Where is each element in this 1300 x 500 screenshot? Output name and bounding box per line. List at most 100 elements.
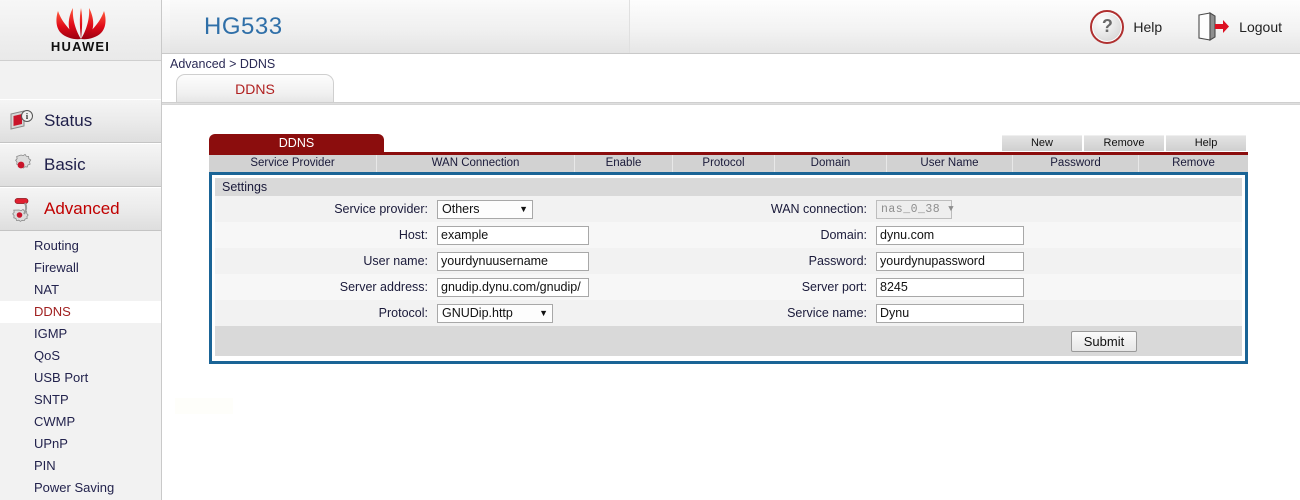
breadcrumb: Advanced > DDNS: [170, 57, 276, 71]
sidebar-item-nat[interactable]: NAT: [0, 279, 161, 301]
server-port-input[interactable]: [876, 277, 1024, 297]
sidebar-item-advanced[interactable]: Advanced: [0, 187, 161, 231]
user-name-input[interactable]: [437, 251, 589, 271]
question-mark-circle-icon: ?: [1090, 9, 1125, 44]
sidebar-item-ddns[interactable]: DDNS: [0, 301, 161, 323]
gear-wrench-icon: [12, 198, 29, 222]
help-button[interactable]: ? Help: [1090, 9, 1163, 44]
huawei-flower-logo: [55, 7, 106, 39]
sidebar-item-sntp-label: SNTP: [34, 392, 69, 407]
column-header-password: Password: [1013, 155, 1139, 172]
device-title-plate: HG533: [170, 0, 630, 53]
sidebar-subnav: Routing Firewall NAT DDNS IGMP QoS USB P…: [0, 231, 161, 499]
chevron-down-icon: ▼: [948, 204, 955, 214]
brand-logo: HUAWEI: [0, 0, 161, 61]
logout-button[interactable]: Logout: [1196, 11, 1282, 42]
settings-panel: Settings Service provider: Others ▼ WAN …: [209, 172, 1248, 364]
section-tab-ddns-label: DDNS: [278, 136, 315, 150]
column-header-wan-connection: WAN Connection: [377, 155, 575, 172]
sidebar-item-upnp[interactable]: UPnP: [0, 433, 161, 455]
sidebar-item-power-saving-label: Power Saving: [34, 480, 115, 495]
column-header-user-name: User Name: [887, 155, 1013, 172]
monitor-info-icon: i: [10, 110, 33, 130]
new-button[interactable]: New: [1002, 135, 1082, 151]
sidebar-item-firewall[interactable]: Firewall: [0, 257, 161, 279]
host-label: Host:: [398, 228, 428, 242]
service-name-label: Service name:: [787, 306, 867, 320]
sidebar-item-nat-label: NAT: [34, 282, 60, 297]
sidebar-item-qos-label: QoS: [34, 348, 61, 363]
help-button-label: Help: [1133, 18, 1163, 35]
password-input[interactable]: [876, 251, 1024, 271]
sidebar-item-basic[interactable]: Basic: [0, 143, 161, 187]
new-button-label: New: [1030, 137, 1053, 149]
gear-icon: [15, 153, 32, 169]
section-tab-ddns[interactable]: DDNS: [209, 134, 384, 152]
sidebar-item-advanced-label: Advanced: [44, 199, 120, 218]
sidebar-item-igmp-label: IGMP: [34, 326, 68, 341]
table-column-headers: Service Provider WAN Connection Enable P…: [209, 155, 1248, 172]
column-header-domain: Domain: [775, 155, 887, 172]
wan-connection-select[interactable]: nas_0_38 ▼: [876, 199, 955, 219]
sidebar: HUAWEI i Status Basic Advanced Routing F…: [0, 0, 162, 500]
sidebar-item-sntp[interactable]: SNTP: [0, 389, 161, 411]
tab-underline: [162, 102, 1300, 105]
door-exit-arrow-icon: [1198, 11, 1230, 41]
sidebar-item-firewall-label: Firewall: [34, 260, 79, 275]
service-provider-value: Others: [442, 202, 480, 216]
sidebar-item-cwmp[interactable]: CWMP: [0, 411, 161, 433]
column-header-remove: Remove: [1172, 157, 1215, 169]
sidebar-item-pin[interactable]: PIN: [0, 455, 161, 477]
service-provider-select[interactable]: Others ▼: [437, 199, 533, 219]
wan-connection-value: nas_0_38: [881, 202, 941, 216]
form-row-protocol-service: Protocol: GNUDip.http ▼ Service name:: [215, 300, 1242, 326]
page-header: HG533 ? Help Logout: [162, 0, 1300, 54]
sidebar-item-status[interactable]: i Status: [0, 99, 161, 143]
column-header-protocol: Protocol: [673, 155, 775, 172]
remove-button[interactable]: Remove: [1084, 135, 1164, 151]
protocol-label: Protocol:: [378, 306, 428, 320]
tab-ddns[interactable]: DDNS: [176, 74, 334, 102]
help-table-button[interactable]: Help: [1166, 135, 1246, 151]
service-name-input[interactable]: [876, 303, 1024, 323]
sidebar-item-cwmp-label: CWMP: [34, 414, 76, 429]
column-header-service-provider: Service Provider: [209, 155, 377, 172]
page-title: HG533: [204, 12, 283, 40]
domain-input[interactable]: [876, 225, 1024, 245]
form-row-user-password: User name: Password:: [215, 248, 1242, 274]
remove-button-label: Remove: [1103, 137, 1145, 149]
sidebar-item-upnp-label: UPnP: [34, 436, 68, 451]
brand-name: HUAWEI: [50, 38, 111, 54]
submit-button[interactable]: Submit: [1071, 330, 1137, 352]
sidebar-item-power-saving[interactable]: Power Saving: [0, 477, 161, 499]
sidebar-item-routing-label: Routing: [34, 238, 79, 253]
sidebar-spacer: [0, 61, 161, 99]
sidebar-item-usb-port[interactable]: USB Port: [0, 367, 161, 389]
sidebar-item-routing[interactable]: Routing: [0, 235, 161, 257]
server-port-label: Server port:: [801, 280, 867, 294]
chevron-down-icon: ▼: [539, 308, 548, 318]
sidebar-item-ddns-label: DDNS: [34, 304, 71, 319]
router-admin-page: HUAWEI i Status Basic Advanced Routing F…: [0, 0, 1300, 500]
sidebar-item-igmp[interactable]: IGMP: [0, 323, 161, 345]
sidebar-item-qos[interactable]: QoS: [0, 345, 161, 367]
form-row-host-domain: Host: Domain:: [215, 222, 1242, 248]
form-row-provider-wan: Service provider: Others ▼ WAN connectio…: [215, 196, 1242, 222]
server-address-label: Server address:: [339, 280, 428, 294]
host-input[interactable]: [437, 225, 589, 245]
column-header-enable: Enable: [575, 155, 673, 172]
settings-title: Settings: [215, 178, 1242, 196]
tab-strip: DDNS: [162, 74, 1300, 109]
password-label: Password:: [808, 254, 867, 268]
form-actions: Submit: [215, 326, 1242, 356]
service-provider-label: Service provider:: [334, 202, 428, 216]
protocol-select[interactable]: GNUDip.http ▼: [437, 303, 553, 323]
chevron-down-icon: ▼: [519, 204, 528, 214]
server-address-input[interactable]: [437, 277, 589, 297]
sidebar-item-basic-label: Basic: [44, 155, 86, 174]
sidebar-item-pin-label: PIN: [34, 458, 56, 473]
sidebar-item-status-label: Status: [44, 111, 93, 130]
logout-button-label: Logout: [1239, 18, 1282, 35]
help-table-button-label: Help: [1194, 137, 1218, 149]
header-actions: ? Help Logout: [1090, 0, 1282, 53]
